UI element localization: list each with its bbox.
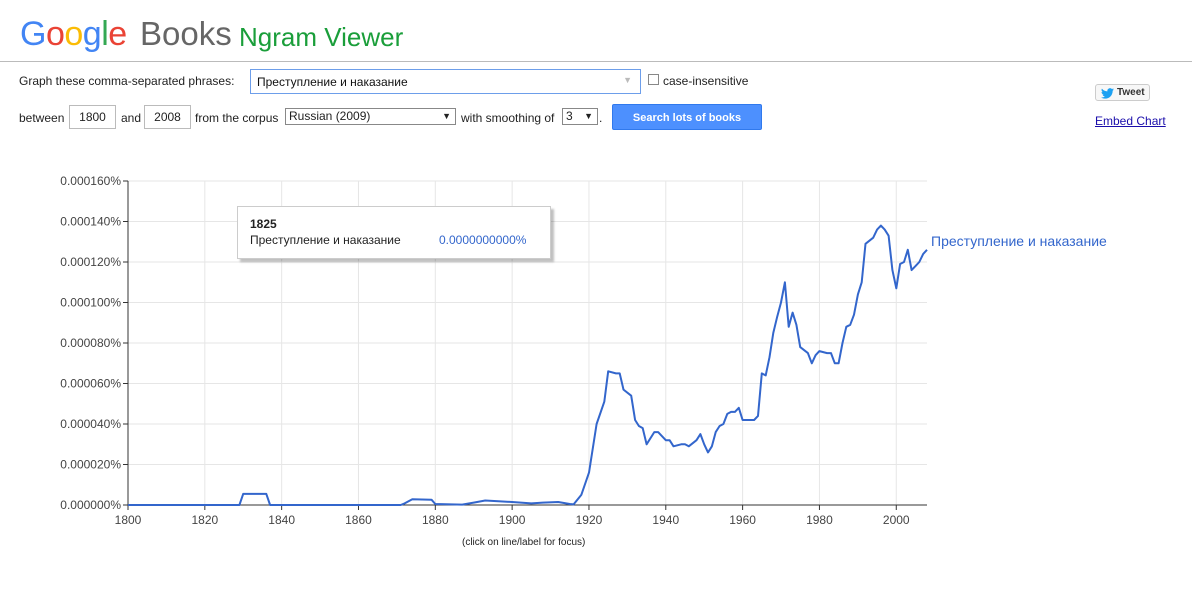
and-label: and — [121, 111, 142, 125]
chevron-down-icon: ▼ — [584, 111, 593, 121]
series-label[interactable]: Преступление и наказание — [931, 233, 1107, 249]
tooltip-value: 0.0000000000% — [439, 233, 527, 247]
corpus-select-value: Russian (2009) — [289, 109, 371, 123]
y-tick-label: 0.000160% — [60, 174, 121, 188]
smoothing-select[interactable]: 3 ▼ — [562, 108, 598, 125]
y-tick-label: 0.000000% — [60, 498, 121, 512]
ngram-viewer-title: Ngram Viewer — [239, 22, 404, 52]
x-tick-label: 1840 — [268, 513, 295, 527]
start-year-input[interactable]: 1800 — [69, 105, 116, 129]
y-axis-ticks: 0.000000% 0.000020% 0.000040% 0.000060% 0.00… — [60, 174, 121, 512]
logo-letter: e — [108, 15, 127, 53]
x-tick-label: 1960 — [729, 513, 756, 527]
logo-letter: g — [82, 15, 102, 53]
chart-series[interactable]: Преступление и наказание — [128, 224, 1107, 506]
y-tick-label: 0.000020% — [60, 458, 121, 472]
period-text: . — [599, 111, 603, 125]
search-button[interactable]: Search lots of books — [612, 104, 762, 130]
ngram-chart: 0.000000% 0.000020% 0.000040% 0.000060% 0.00… — [60, 174, 1107, 527]
x-tick-label: 1920 — [576, 513, 603, 527]
phrases-label: Graph these comma-separated phrases: — [19, 74, 235, 88]
series-line[interactable] — [128, 224, 928, 506]
focus-hint: (click on line/label for focus) — [462, 537, 586, 548]
phrase-input-value: Преступление и наказание — [257, 75, 408, 89]
tweet-button[interactable]: Tweet — [1095, 84, 1150, 101]
logo-letter: o — [45, 15, 65, 53]
google-logo[interactable]: Google — [20, 14, 127, 54]
embed-chart-link[interactable]: Embed Chart — [1095, 114, 1166, 128]
x-tick-label: 1800 — [115, 513, 142, 527]
y-tick-label: 0.000100% — [60, 296, 121, 310]
x-tick-label: 1880 — [422, 513, 449, 527]
x-tick-label: 1980 — [806, 513, 833, 527]
y-tick-label: 0.000120% — [60, 255, 121, 269]
phrase-input[interactable]: Преступление и наказание ▼ — [250, 69, 641, 94]
x-tick-label: 1820 — [191, 513, 218, 527]
dropdown-arrow-icon[interactable]: ▼ — [623, 75, 632, 85]
end-year-input[interactable]: 2008 — [144, 105, 191, 129]
logo-letter: G — [20, 15, 46, 53]
x-tick-label: 2000 — [883, 513, 910, 527]
chevron-down-icon: ▼ — [442, 111, 451, 121]
y-tick-label: 0.000080% — [60, 336, 121, 350]
smoothing-select-value: 3 — [566, 109, 573, 123]
tweet-label: Tweet — [1117, 87, 1145, 98]
x-tick-label: 1940 — [652, 513, 679, 527]
books-wordmark: Books — [140, 15, 232, 52]
tooltip-year: 1825 — [250, 217, 277, 231]
x-tick-label: 1900 — [499, 513, 526, 527]
smoothing-label: with smoothing of — [461, 111, 555, 125]
logo-letter: o — [64, 15, 83, 53]
case-insensitive-checkbox[interactable] — [648, 74, 659, 85]
twitter-bird-icon — [1101, 88, 1114, 99]
header-divider — [0, 61, 1192, 62]
x-tick-label: 1860 — [345, 513, 372, 527]
case-insensitive-label[interactable]: case-insensitive — [663, 74, 748, 88]
chart-tooltip: 1825 Преступление и наказание 0.00000000… — [237, 206, 551, 259]
y-tick-label: 0.000060% — [60, 377, 121, 391]
x-axis-ticks: 1800 1820 1840 1860 1880 1900 1920 1940 1960 1980… — [115, 513, 910, 527]
corpus-label: from the corpus — [195, 111, 279, 125]
between-label: between — [19, 111, 65, 125]
y-tick-label: 0.000140% — [60, 215, 121, 229]
y-tick-label: 0.000040% — [60, 417, 121, 431]
tooltip-phrase: Преступление и наказание — [250, 233, 401, 247]
corpus-select[interactable]: Russian (2009) ▼ — [285, 108, 456, 125]
